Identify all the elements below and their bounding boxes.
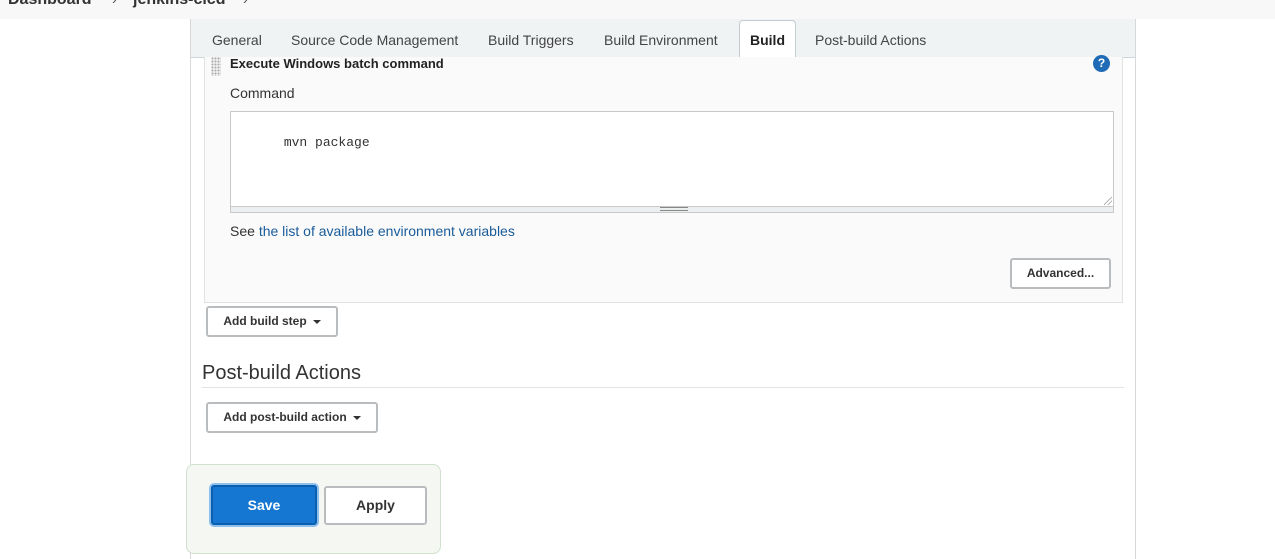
env-variables-link[interactable]: the list of available environment variab… <box>259 223 515 239</box>
advanced-button[interactable]: Advanced... <box>1010 258 1111 289</box>
command-text: mvn package <box>283 135 370 150</box>
help-icon[interactable]: ? <box>1093 55 1110 72</box>
add-post-build-action-button[interactable]: Add post-build action <box>206 402 378 433</box>
breadcrumb-separator[interactable]: › <box>243 0 248 7</box>
build-step-windows-batch: Execute Windows batch command ? Command … <box>204 55 1123 303</box>
apply-button[interactable]: Apply <box>324 486 427 525</box>
tab-build-triggers[interactable]: Build Triggers <box>488 32 574 48</box>
add-post-build-label: Add post-build action <box>223 410 347 424</box>
build-step-title: Execute Windows batch command <box>230 56 444 71</box>
tab-build-environment[interactable]: Build Environment <box>604 32 718 48</box>
tab-general[interactable]: General <box>212 32 262 48</box>
resize-handle-icon[interactable] <box>1104 197 1112 205</box>
breadcrumb-dashboard[interactable]: Dashboard <box>8 0 92 9</box>
tab-post-build-actions[interactable]: Post-build Actions <box>815 32 926 48</box>
command-textarea[interactable]: mvn package <box>230 111 1114 207</box>
env-variables-hint: See the list of available environment va… <box>230 223 515 239</box>
drag-handle-icon[interactable] <box>211 57 221 76</box>
save-bar: Save Apply <box>186 464 441 554</box>
caret-down-icon <box>352 415 361 420</box>
add-build-step-button[interactable]: Add build step <box>206 306 338 337</box>
command-label: Command <box>230 85 295 101</box>
tab-build[interactable]: Build <box>739 20 796 58</box>
grip-icon <box>660 207 688 211</box>
breadcrumb-separator: › <box>112 0 117 7</box>
config-tabbar: General Source Code Management Build Tri… <box>191 19 1135 58</box>
env-prefix: See <box>230 223 255 239</box>
add-build-step-label: Add build step <box>223 314 307 328</box>
caret-down-icon <box>312 319 321 324</box>
save-button[interactable]: Save <box>211 485 317 525</box>
breadcrumb: Dashboard › jenkins-cicd › <box>0 0 1275 19</box>
tab-source-code-management[interactable]: Source Code Management <box>291 32 458 48</box>
post-build-section-title: Post-build Actions <box>202 362 361 384</box>
textarea-splitter[interactable] <box>230 207 1114 213</box>
breadcrumb-job[interactable]: jenkins-cicd <box>133 0 225 9</box>
section-divider <box>202 387 1124 388</box>
